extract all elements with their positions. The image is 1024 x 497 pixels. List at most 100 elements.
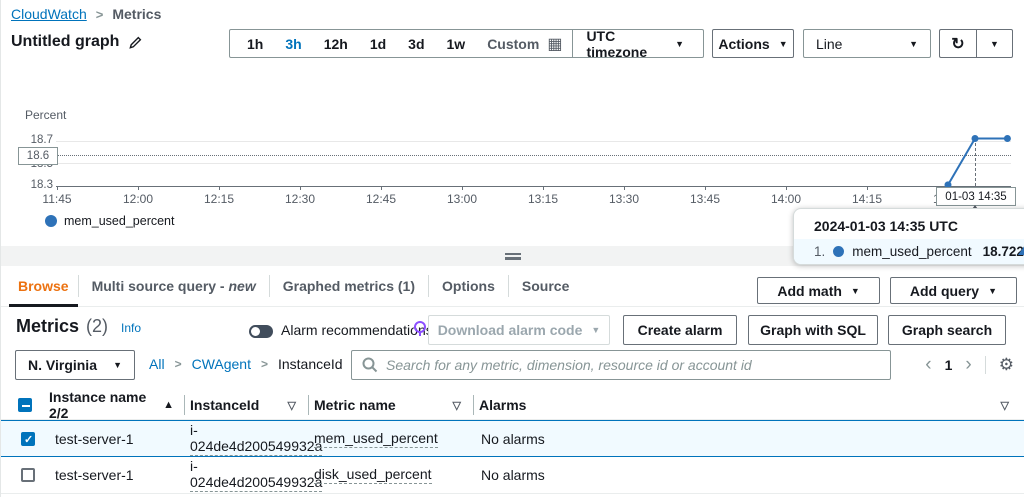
x-axis-tick-label: 14:15 <box>852 192 882 206</box>
tab-graphed-metrics[interactable]: Graphed metrics (1) <box>270 266 428 306</box>
chevron-down-icon: ▼ <box>990 39 999 49</box>
graph-title-row: Untitled graph <box>11 33 143 51</box>
range-1w-button[interactable]: 1w <box>436 36 477 52</box>
time-range-group: 1h 3h 12h 1d 3d 1w Custom ▦ UTC timezone… <box>229 29 704 58</box>
x-axis-tick-mark <box>867 186 868 190</box>
add-math-dropdown[interactable]: Add math▼ <box>757 277 879 304</box>
range-custom-button[interactable]: Custom <box>476 36 545 52</box>
range-3d-button[interactable]: 3d <box>397 36 435 52</box>
path-namespace-link[interactable]: CWAgent <box>192 356 251 372</box>
legend-item[interactable]: mem_used_percent <box>45 214 174 228</box>
range-1h-button[interactable]: 1h <box>236 36 274 52</box>
timezone-label: UTC timezone <box>586 28 675 60</box>
range-12h-button[interactable]: 12h <box>313 36 359 52</box>
row-checkbox[interactable] <box>21 468 35 482</box>
page-number[interactable]: 1 <box>945 357 953 373</box>
add-query-label: Add query <box>910 283 979 299</box>
lightbulb-icon <box>413 321 427 343</box>
chart-type-select[interactable]: Line ▼ <box>803 29 931 58</box>
download-alarm-code-dropdown[interactable]: Download alarm code ▼ <box>428 315 610 345</box>
tooltip-timestamp: 2024-01-03 14:35 UTC <box>794 209 1024 239</box>
cell-instance-id: i-024de4d200549932a <box>184 458 308 492</box>
pagination: ‹ 1 › ⚙ <box>925 352 1014 378</box>
add-math-label: Add math <box>777 283 842 299</box>
metric-name-value[interactable]: mem_used_percent <box>314 430 438 448</box>
tab-multi-source-query[interactable]: Multi source query - new <box>79 266 269 306</box>
actions-label: Actions <box>718 36 769 52</box>
sort-icon: ▽ <box>288 399 296 412</box>
region-label: N. Virginia <box>28 357 97 373</box>
x-axis-tick-mark <box>300 186 301 190</box>
path-all-link[interactable]: All <box>149 356 165 372</box>
tab-options[interactable]: Options <box>429 266 508 306</box>
refresh-options-dropdown[interactable]: ▼ <box>976 29 1013 58</box>
series-color-dot <box>833 246 844 257</box>
chevron-right-icon: > <box>96 7 104 22</box>
chevron-right-icon: > <box>261 357 268 371</box>
cell-metric-name: mem_used_percent <box>308 430 473 448</box>
tab-label: Multi source query - <box>92 278 229 294</box>
tab-label-new-badge: new <box>229 278 256 294</box>
graph-with-sql-button[interactable]: Graph with SQL <box>748 315 878 345</box>
x-axis-tick-mark <box>57 186 58 190</box>
column-instance-id[interactable]: InstanceId▽ <box>184 389 308 421</box>
edit-icon[interactable] <box>128 35 143 50</box>
query-buttons: Add math▼ Add query▼ <box>757 277 1017 304</box>
region-dropdown[interactable]: N. Virginia ▼ <box>15 350 135 380</box>
hover-time-label: 01-03 14:35 <box>936 187 1016 206</box>
x-axis-tick-label: 13:15 <box>528 192 558 206</box>
download-alarm-code-label: Download alarm code <box>438 322 583 338</box>
info-link[interactable]: Info <box>121 321 141 335</box>
timezone-dropdown[interactable]: UTC timezone ▼ <box>573 28 697 60</box>
y-axis-tick-label: 18.7 <box>11 134 53 146</box>
column-alarms[interactable]: Alarms▽ <box>473 389 1024 421</box>
refresh-group: ↻ ▼ <box>939 29 1013 58</box>
create-alarm-button[interactable]: Create alarm <box>623 315 737 345</box>
column-instance-name[interactable]: Instance name 2/2▲ <box>49 389 184 421</box>
divider <box>985 356 986 374</box>
gridline <box>56 163 1011 164</box>
table-row[interactable]: test-server-1 i-024de4d200549932a mem_us… <box>1 420 1024 457</box>
y-axis-unit-label: Percent <box>25 108 66 122</box>
instance-id-value[interactable]: i-024de4d200549932a <box>190 422 322 456</box>
alarm-recommendations-toggle[interactable] <box>249 325 273 338</box>
graph-search-button[interactable]: Graph search <box>888 315 1006 345</box>
cell-instance-name: test-server-1 <box>49 431 184 447</box>
previous-page-icon[interactable]: ‹ <box>925 352 931 378</box>
x-axis-tick-mark <box>705 186 706 190</box>
column-metric-name[interactable]: Metric name▽ <box>308 389 473 421</box>
x-axis-tick-mark <box>219 186 220 190</box>
x-axis-tick-label: 13:00 <box>447 192 477 206</box>
metric-name-value[interactable]: disk_used_percent <box>314 466 432 484</box>
table-row[interactable]: test-server-1 i-024de4d200549932a disk_u… <box>1 457 1024 494</box>
row-checkbox[interactable] <box>21 432 35 446</box>
instance-id-value[interactable]: i-024de4d200549932a <box>190 458 322 492</box>
x-axis-tick-mark <box>624 186 625 190</box>
cell-alarms: No alarms <box>473 431 1024 447</box>
tooltip-series-name: mem_used_percent <box>852 244 971 259</box>
next-page-icon[interactable]: › <box>965 352 971 378</box>
calendar-icon[interactable]: ▦ <box>545 34 572 54</box>
cell-alarms: No alarms <box>473 467 1024 483</box>
refresh-button[interactable]: ↻ <box>939 29 976 58</box>
row-checkbox-cell <box>1 432 49 446</box>
select-all-checkbox[interactable] <box>18 398 32 412</box>
add-query-dropdown[interactable]: Add query▼ <box>890 277 1017 304</box>
sort-icon: ▽ <box>1001 399 1009 412</box>
range-3h-button[interactable]: 3h <box>274 36 312 52</box>
actions-dropdown[interactable]: Actions ▼ <box>712 29 794 58</box>
range-1d-button[interactable]: 1d <box>359 36 397 52</box>
tab-source[interactable]: Source <box>509 266 582 306</box>
sort-ascending-icon: ▲ <box>163 399 174 411</box>
chevron-down-icon: ▼ <box>591 325 600 335</box>
cell-instance-name: test-server-1 <box>49 467 184 483</box>
gridline <box>56 141 1011 142</box>
metric-search-input[interactable] <box>351 350 891 380</box>
gear-icon[interactable]: ⚙ <box>999 352 1014 378</box>
tab-browse[interactable]: Browse <box>9 266 78 306</box>
x-axis-tick-mark <box>138 186 139 190</box>
x-axis-tick-label: 13:45 <box>690 192 720 206</box>
breadcrumb-cloudwatch-link[interactable]: CloudWatch <box>11 6 87 22</box>
refresh-icon: ↻ <box>951 34 964 54</box>
metrics-panel-header: Metrics (2) Info <box>16 316 141 337</box>
